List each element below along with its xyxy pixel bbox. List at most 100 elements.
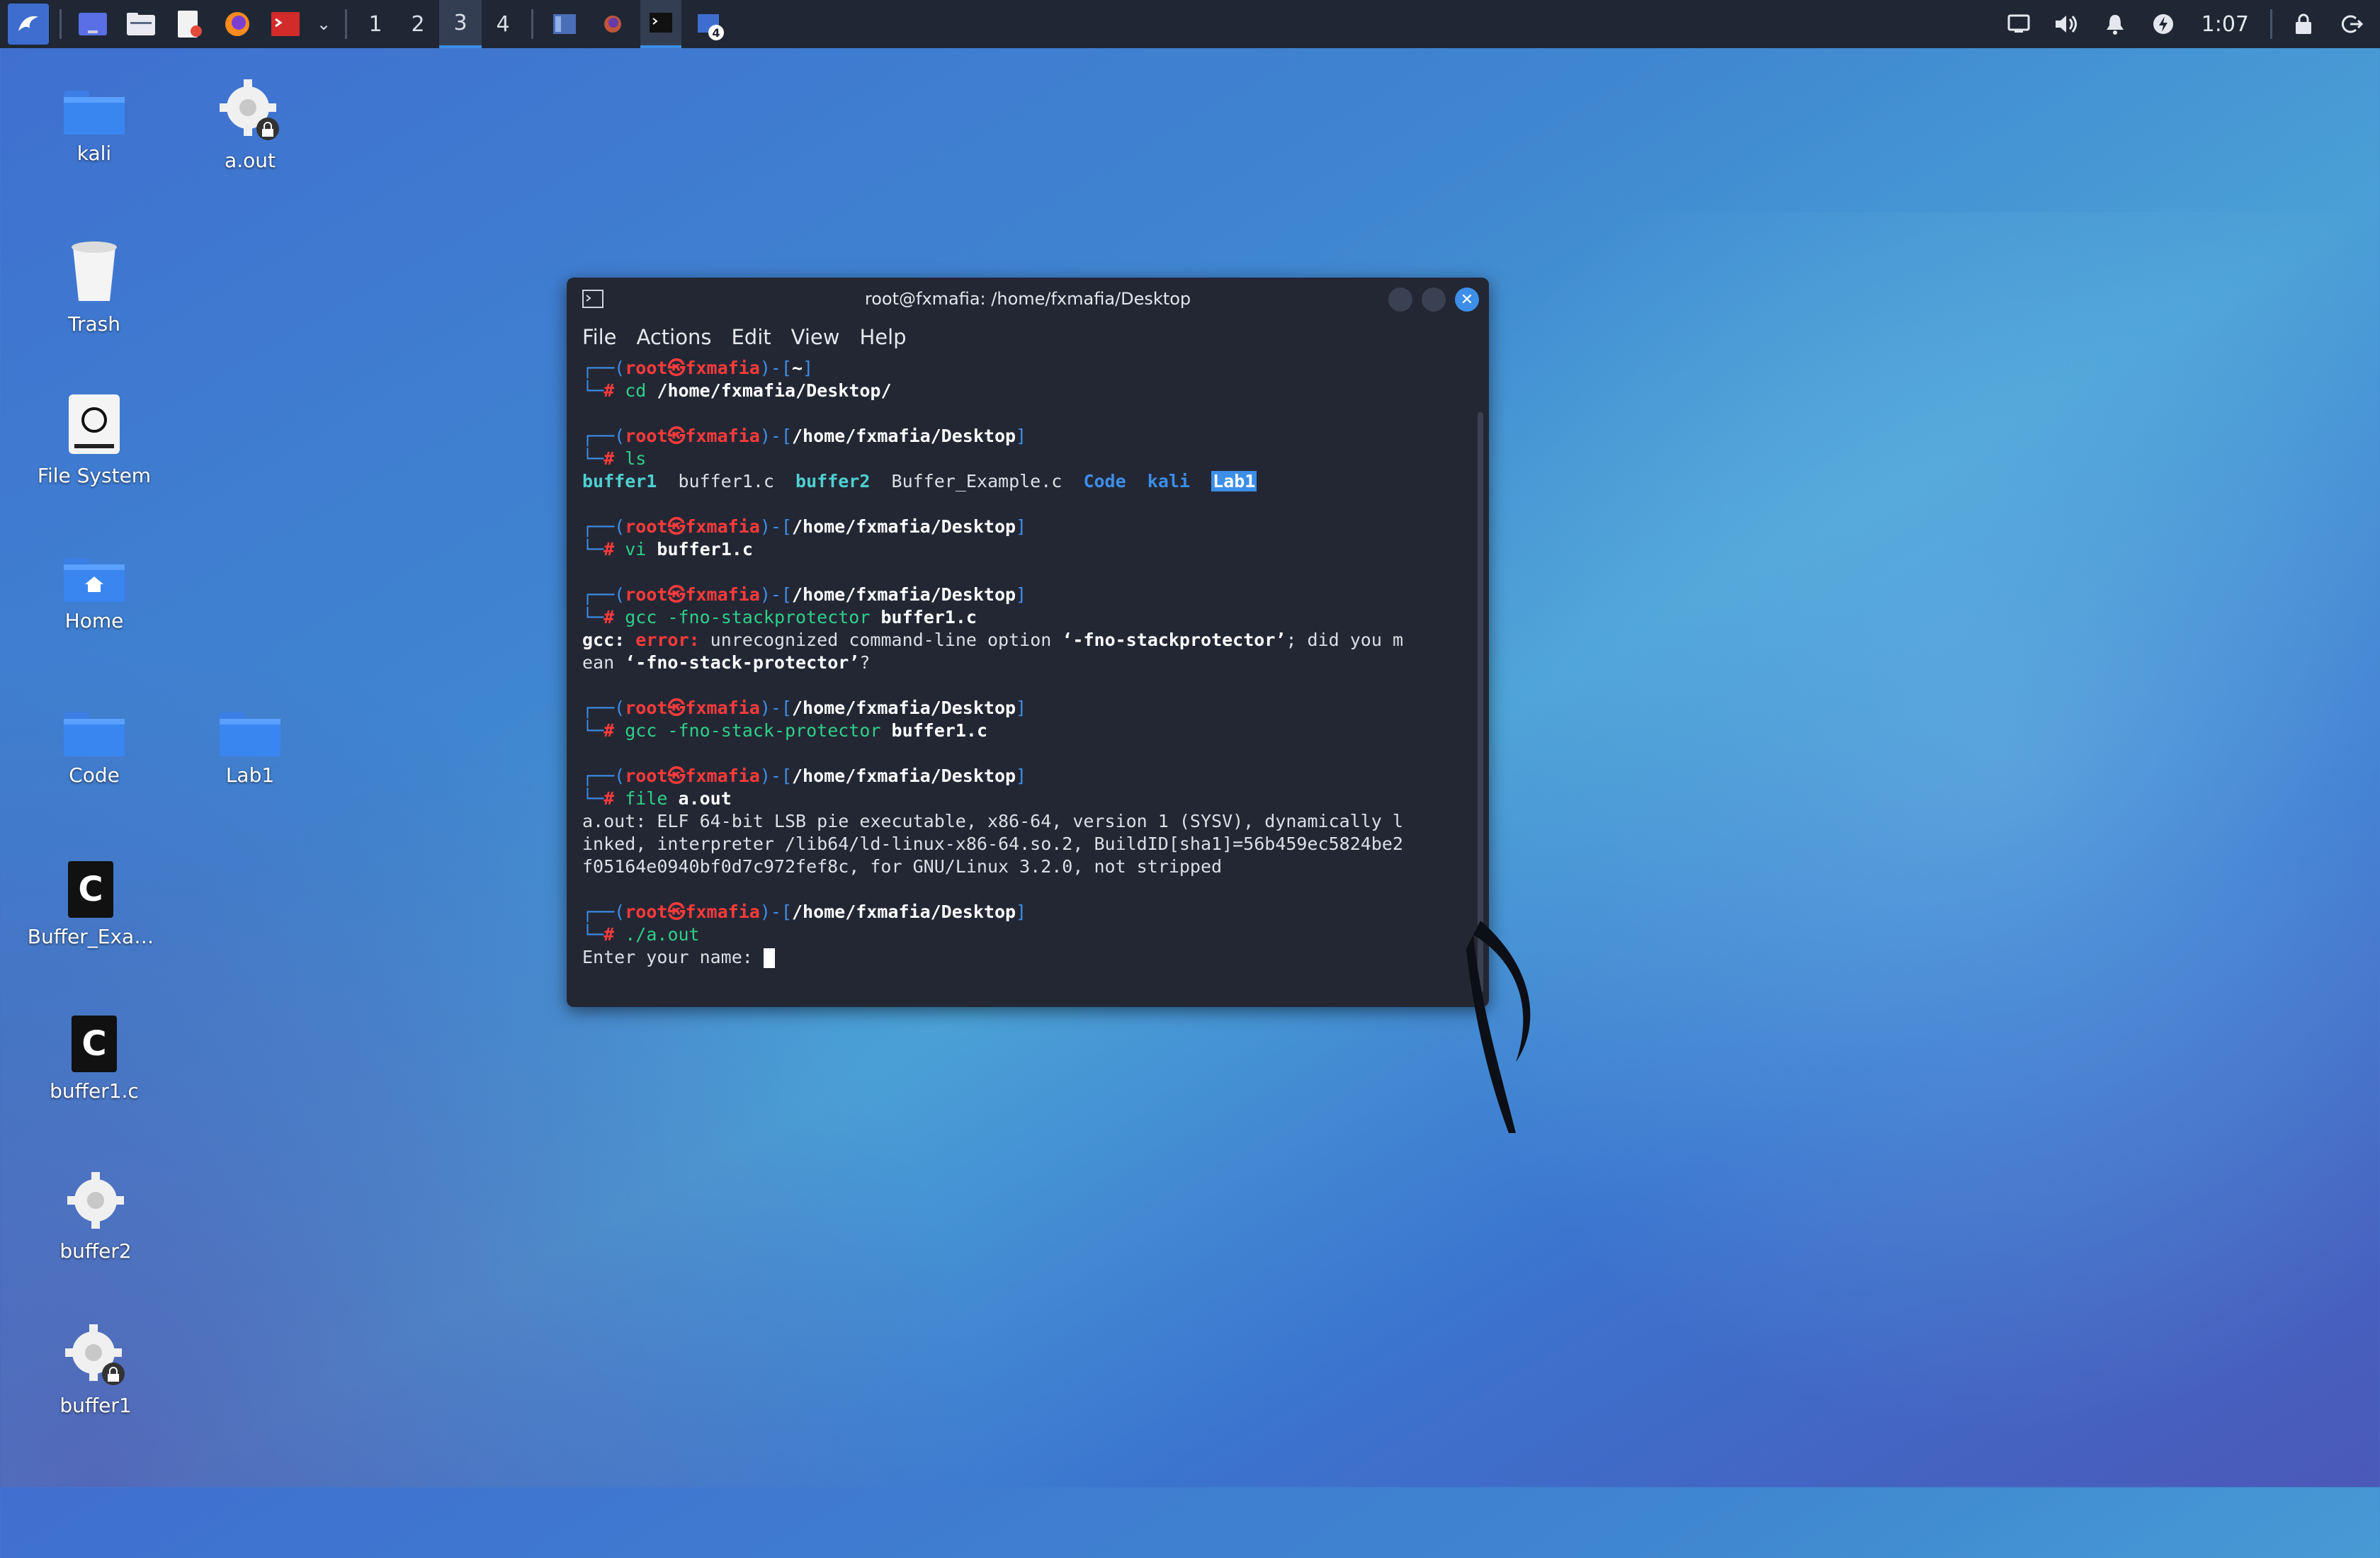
folder-icon	[64, 712, 125, 756]
desktop-icon-home[interactable]: Home	[23, 545, 165, 632]
workspace-2[interactable]: 2	[397, 0, 439, 48]
terminal-icon	[650, 13, 672, 33]
desktop-icon-lab1[interactable]: Lab1	[179, 700, 321, 787]
c-source-file-icon: C	[68, 861, 113, 918]
input-prompt: Enter your name:	[582, 946, 1489, 969]
desktop-icon-a-out[interactable]: a.out	[179, 78, 321, 172]
hard-drive-icon	[69, 394, 120, 454]
close-icon: ✕	[1460, 290, 1474, 309]
folder-icon	[64, 91, 125, 135]
notifications-button[interactable]	[2095, 4, 2136, 45]
desktop-icon-trash[interactable]: Trash	[23, 237, 165, 336]
desktop-icon-buffer1[interactable]: buffer1	[25, 1323, 166, 1417]
taskbar-separator	[60, 9, 62, 39]
maximize-button[interactable]	[1422, 288, 1446, 312]
system-tray: 1:07	[1995, 4, 2376, 45]
taskbar-window-group[interactable]: 4	[688, 4, 730, 45]
workspace-3[interactable]: 3	[439, 0, 482, 48]
window-titlebar[interactable]: root@fxmafia: /home/fxmafia/Desktop ✕	[567, 278, 1489, 320]
desktop-icon-label: a.out	[225, 149, 276, 172]
desktop-icon-buffer-example[interactable]: C Buffer_Exa…	[20, 857, 162, 948]
clock[interactable]: 1:07	[2202, 12, 2249, 37]
text-cursor	[763, 948, 775, 968]
taskbar-separator	[531, 9, 533, 39]
taskbar: ⌄ 1 2 3 4 4 1:07	[0, 0, 2380, 48]
prompt-line: ┌──(root㉿fxmafia)-[/home/fxmafia/Desktop…	[582, 698, 1027, 718]
menu-help[interactable]: Help	[859, 325, 906, 349]
prompt-line: ┌──(root㉿fxmafia)-[/home/fxmafia/Desktop…	[582, 426, 1027, 446]
prompt-line: ┌──(root㉿fxmafia)-[~]	[582, 358, 814, 378]
scrollbar[interactable]	[1478, 412, 1483, 993]
kali-dragon-icon	[18, 16, 38, 31]
prompt-line: ┌──(root㉿fxmafia)-[/home/fxmafia/Desktop…	[582, 902, 1027, 922]
kali-menu-button[interactable]	[8, 4, 49, 45]
desktop-icon-label: kali	[76, 142, 112, 165]
logout-button[interactable]	[2331, 4, 2372, 45]
taskbar-separator	[345, 9, 347, 39]
ls-output: buffer1 buffer1.c buffer2 Buffer_Example…	[582, 471, 1257, 491]
menu-view[interactable]: View	[791, 325, 840, 349]
volume-button[interactable]	[2046, 4, 2087, 45]
terminal-launcher-button[interactable]	[265, 4, 306, 45]
taskbar-window-firefox[interactable]	[592, 4, 633, 45]
terminal-output[interactable]: ┌──(root㉿fxmafia)-[~] └─# cd /home/fxmaf…	[567, 357, 1489, 1007]
desktop-icon-label: Code	[69, 763, 120, 787]
firefox-icon	[225, 12, 249, 36]
trash-icon	[72, 241, 117, 301]
desktop-icon-buffer2[interactable]: buffer2	[25, 1168, 166, 1263]
desktop-icon-code[interactable]: Code	[23, 700, 165, 787]
firefox-button[interactable]	[217, 4, 258, 45]
lock-icon	[2296, 13, 2311, 34]
command-line: └─# vi buffer1.c	[582, 539, 753, 559]
c-source-file-icon: C	[72, 1016, 117, 1072]
taskbar-window-terminal[interactable]	[640, 0, 681, 48]
text-editor-button[interactable]	[169, 4, 210, 45]
power-manager-button[interactable]	[2143, 4, 2184, 45]
command-line: └─# ./a.out	[582, 924, 700, 945]
desktop-icon-label: buffer1.c	[50, 1079, 139, 1103]
minimize-button[interactable]	[1388, 288, 1412, 312]
terminal-emulator-icon	[271, 12, 300, 36]
executable-gear-lock-icon	[65, 1324, 125, 1385]
executable-gear-lock-icon	[220, 79, 279, 140]
panel-window-icon	[553, 14, 576, 34]
command-line: └─# cd /home/fxmafia/Desktop/	[582, 380, 892, 401]
chevron-down-icon: ⌄	[316, 14, 332, 34]
menu-edit[interactable]: Edit	[731, 325, 771, 349]
menu-bar: File Actions Edit View Help	[567, 320, 1489, 354]
logout-icon	[2342, 15, 2363, 33]
file-manager-icon	[127, 13, 155, 35]
workspace-4[interactable]: 4	[482, 0, 524, 48]
desktop-icon-kali[interactable]: kali	[23, 78, 165, 165]
text-editor-icon	[178, 11, 202, 38]
desktop-icon-label: Buffer_Exa…	[27, 925, 154, 948]
command-line: └─# gcc -fno-stack-protector buffer1.c	[582, 720, 987, 741]
display-button[interactable]	[1998, 4, 2039, 45]
desktop-icon-label: Lab1	[225, 763, 275, 787]
launcher-dropdown-button[interactable]: ⌄	[313, 4, 334, 45]
close-button[interactable]: ✕	[1455, 288, 1479, 312]
home-folder-icon	[64, 558, 125, 602]
menu-actions[interactable]: Actions	[637, 325, 712, 349]
desktop-icon-buffer1-c[interactable]: C buffer1.c	[23, 1011, 165, 1103]
prompt-line: ┌──(root㉿fxmafia)-[/home/fxmafia/Desktop…	[582, 766, 1027, 786]
command-line: └─# file a.out	[582, 788, 732, 809]
show-desktop-button[interactable]	[72, 4, 113, 45]
lock-screen-button[interactable]	[2283, 4, 2324, 45]
desktop-icon-label: buffer2	[60, 1239, 132, 1263]
desktop-icon-label: File System	[37, 464, 152, 487]
executable-gear-icon	[67, 1172, 124, 1229]
desktop-icon-file-system[interactable]: File System	[23, 393, 165, 487]
file-manager-button[interactable]	[120, 4, 162, 45]
file-output: a.out: ELF 64-bit LSB pie executable, x8…	[582, 811, 1403, 831]
workspace-1[interactable]: 1	[354, 0, 397, 48]
display-icon	[2007, 14, 2030, 33]
menu-file[interactable]: File	[582, 325, 617, 349]
bell-icon	[2106, 15, 2124, 35]
terminal-window[interactable]: root@fxmafia: /home/fxmafia/Desktop ✕ Fi…	[567, 278, 1489, 1007]
prompt-line: ┌──(root㉿fxmafia)-[/home/fxmafia/Desktop…	[582, 584, 1027, 605]
taskbar-window-panel[interactable]	[544, 4, 585, 45]
error-output: ean ‘-fno-stack-protector’?	[582, 652, 871, 673]
volume-icon	[2055, 16, 2077, 33]
window-title: root@fxmafia: /home/fxmafia/Desktop	[864, 289, 1191, 309]
